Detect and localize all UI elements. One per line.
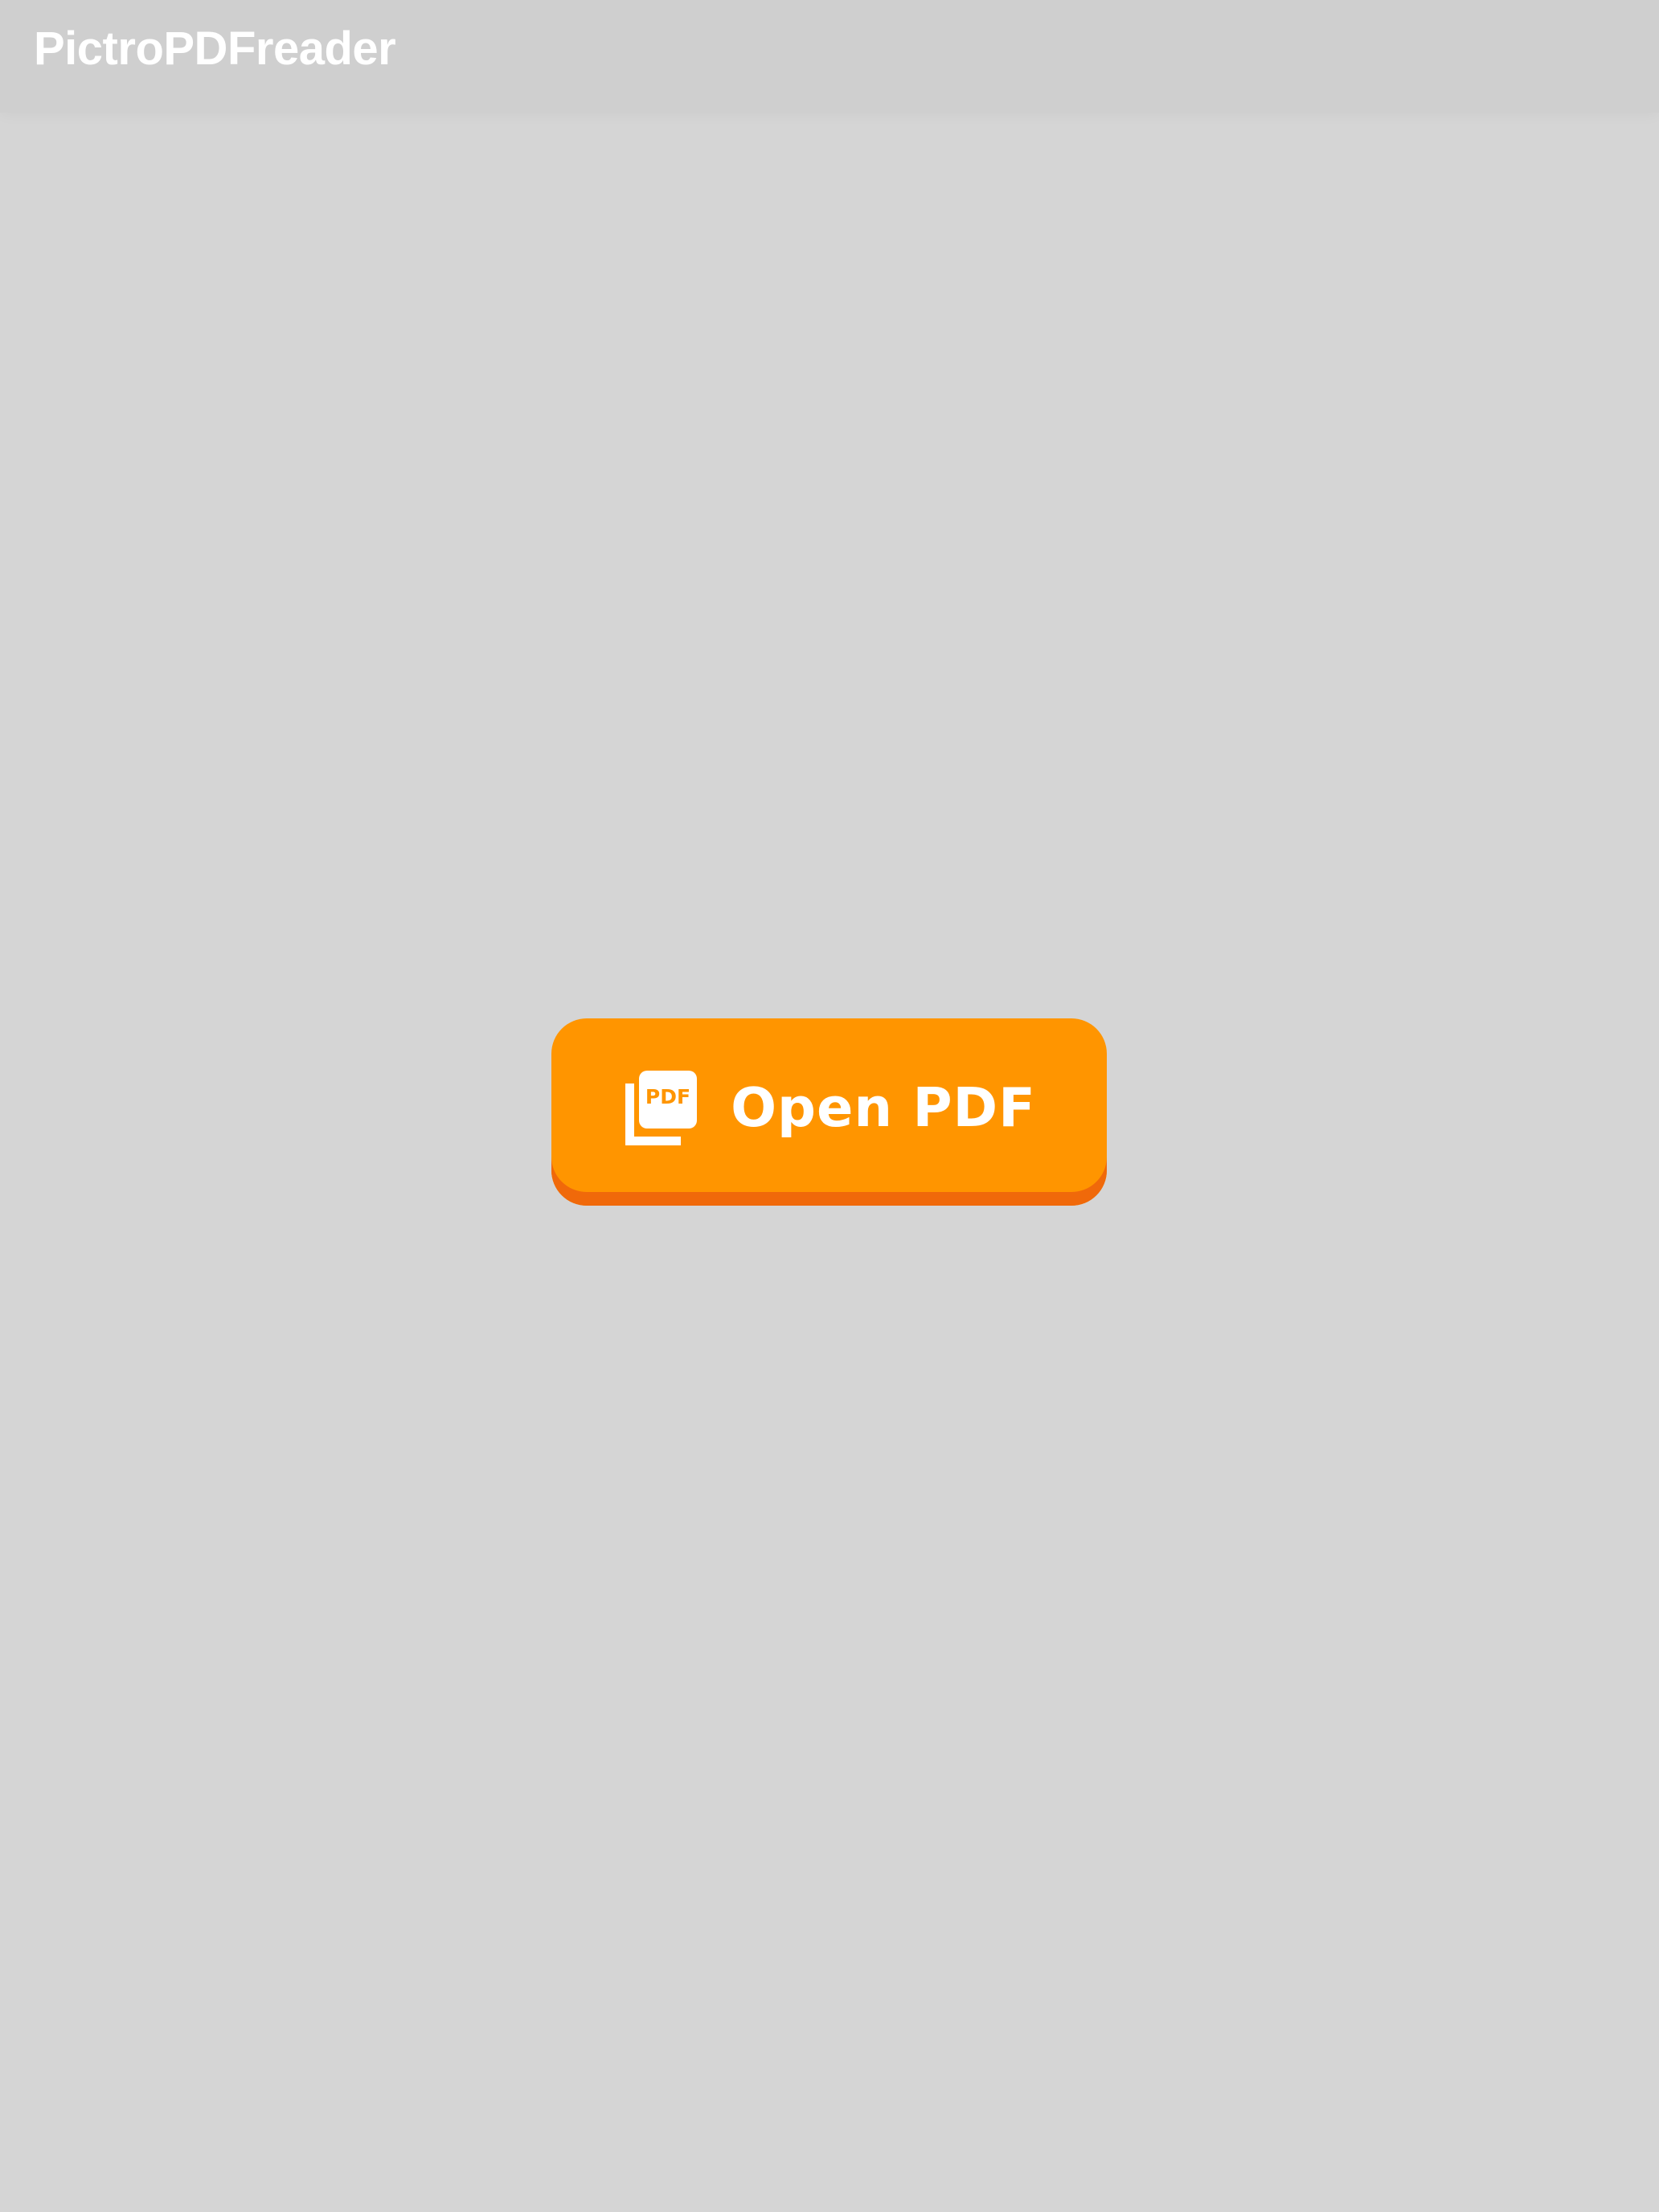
pdf-reader-window: PictroPDFreader PDF Open PDF [0,0,1659,2212]
app-title: PictroPDFreader [34,23,396,75]
pdf-documents-icon: PDF [622,1071,698,1145]
app-header: PictroPDFreader [0,0,1659,113]
open-pdf-label: Open PDF [731,1075,1036,1139]
pdf-icon-text: PDF [645,1085,690,1108]
open-pdf-button[interactable]: PDF Open PDF [551,1018,1107,1206]
